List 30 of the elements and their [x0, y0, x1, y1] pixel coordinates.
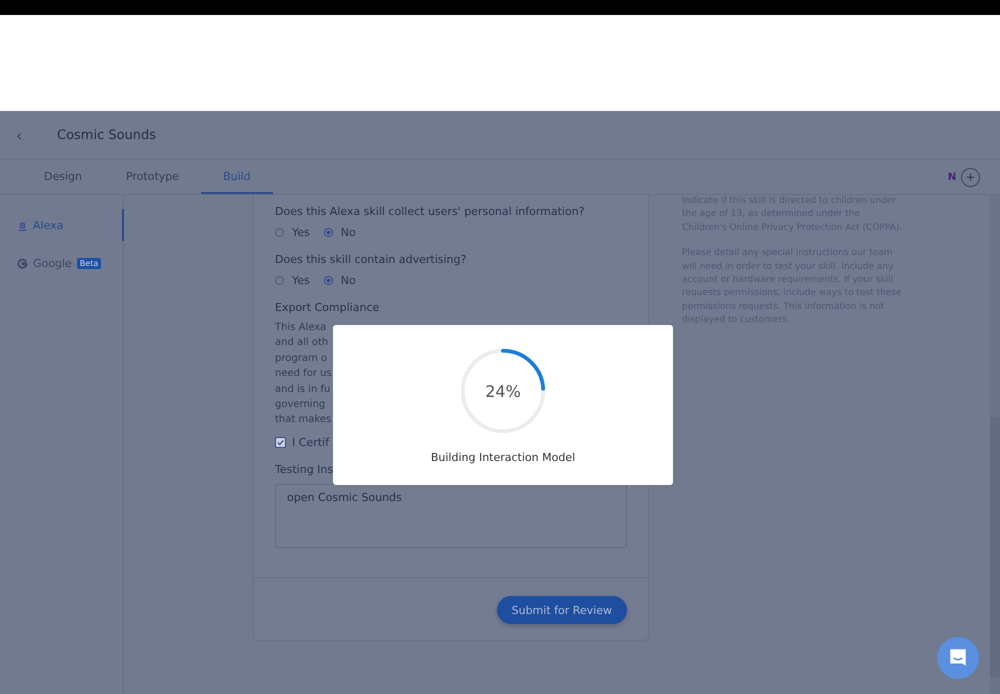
sidebar-item[interactable]: Alexa [0, 209, 124, 241]
radio-option[interactable]: No [324, 226, 356, 239]
progress-message: Building Interaction Model [430, 451, 576, 464]
amazon-logo-icon [17, 220, 28, 230]
tab[interactable]: Design [22, 160, 104, 194]
radio-option[interactable]: No [324, 274, 356, 287]
submit-button[interactable]: Submit for Review [496, 596, 627, 624]
beta-badge: Beta [76, 258, 102, 268]
compliance-text: and all oth [275, 336, 328, 350]
add-user-button[interactable]: + [961, 168, 980, 186]
project-title: Cosmic Sounds [57, 128, 156, 142]
progress-percent: 24% [485, 382, 521, 400]
radio-option[interactable]: Yes [275, 274, 310, 287]
compliance-text: program o [275, 352, 327, 366]
compliance-text: This Alexa [275, 321, 326, 335]
field-label: Testing Ins [275, 462, 334, 476]
chat-button[interactable] [937, 637, 979, 679]
radio-option[interactable]: Yes [275, 226, 310, 239]
question-label: Does this Alexa skill collect users' personal information? [275, 205, 586, 218]
user-avatar[interactable]: N [945, 172, 959, 182]
back-button[interactable]: ‹ [16, 126, 46, 144]
google-logo-icon [17, 258, 28, 268]
question-label: Does this skill contain advertising? [275, 253, 468, 266]
compliance-text: governing [275, 398, 326, 412]
compliance-text: and is in fu [275, 382, 330, 397]
compliance-text: need for us [275, 367, 332, 382]
compliance-text: that makes [275, 413, 332, 428]
section-heading: Export Compliance [275, 301, 380, 314]
certify-checkbox[interactable]: I Certif [275, 436, 329, 449]
tab[interactable]: Prototype [104, 160, 202, 194]
